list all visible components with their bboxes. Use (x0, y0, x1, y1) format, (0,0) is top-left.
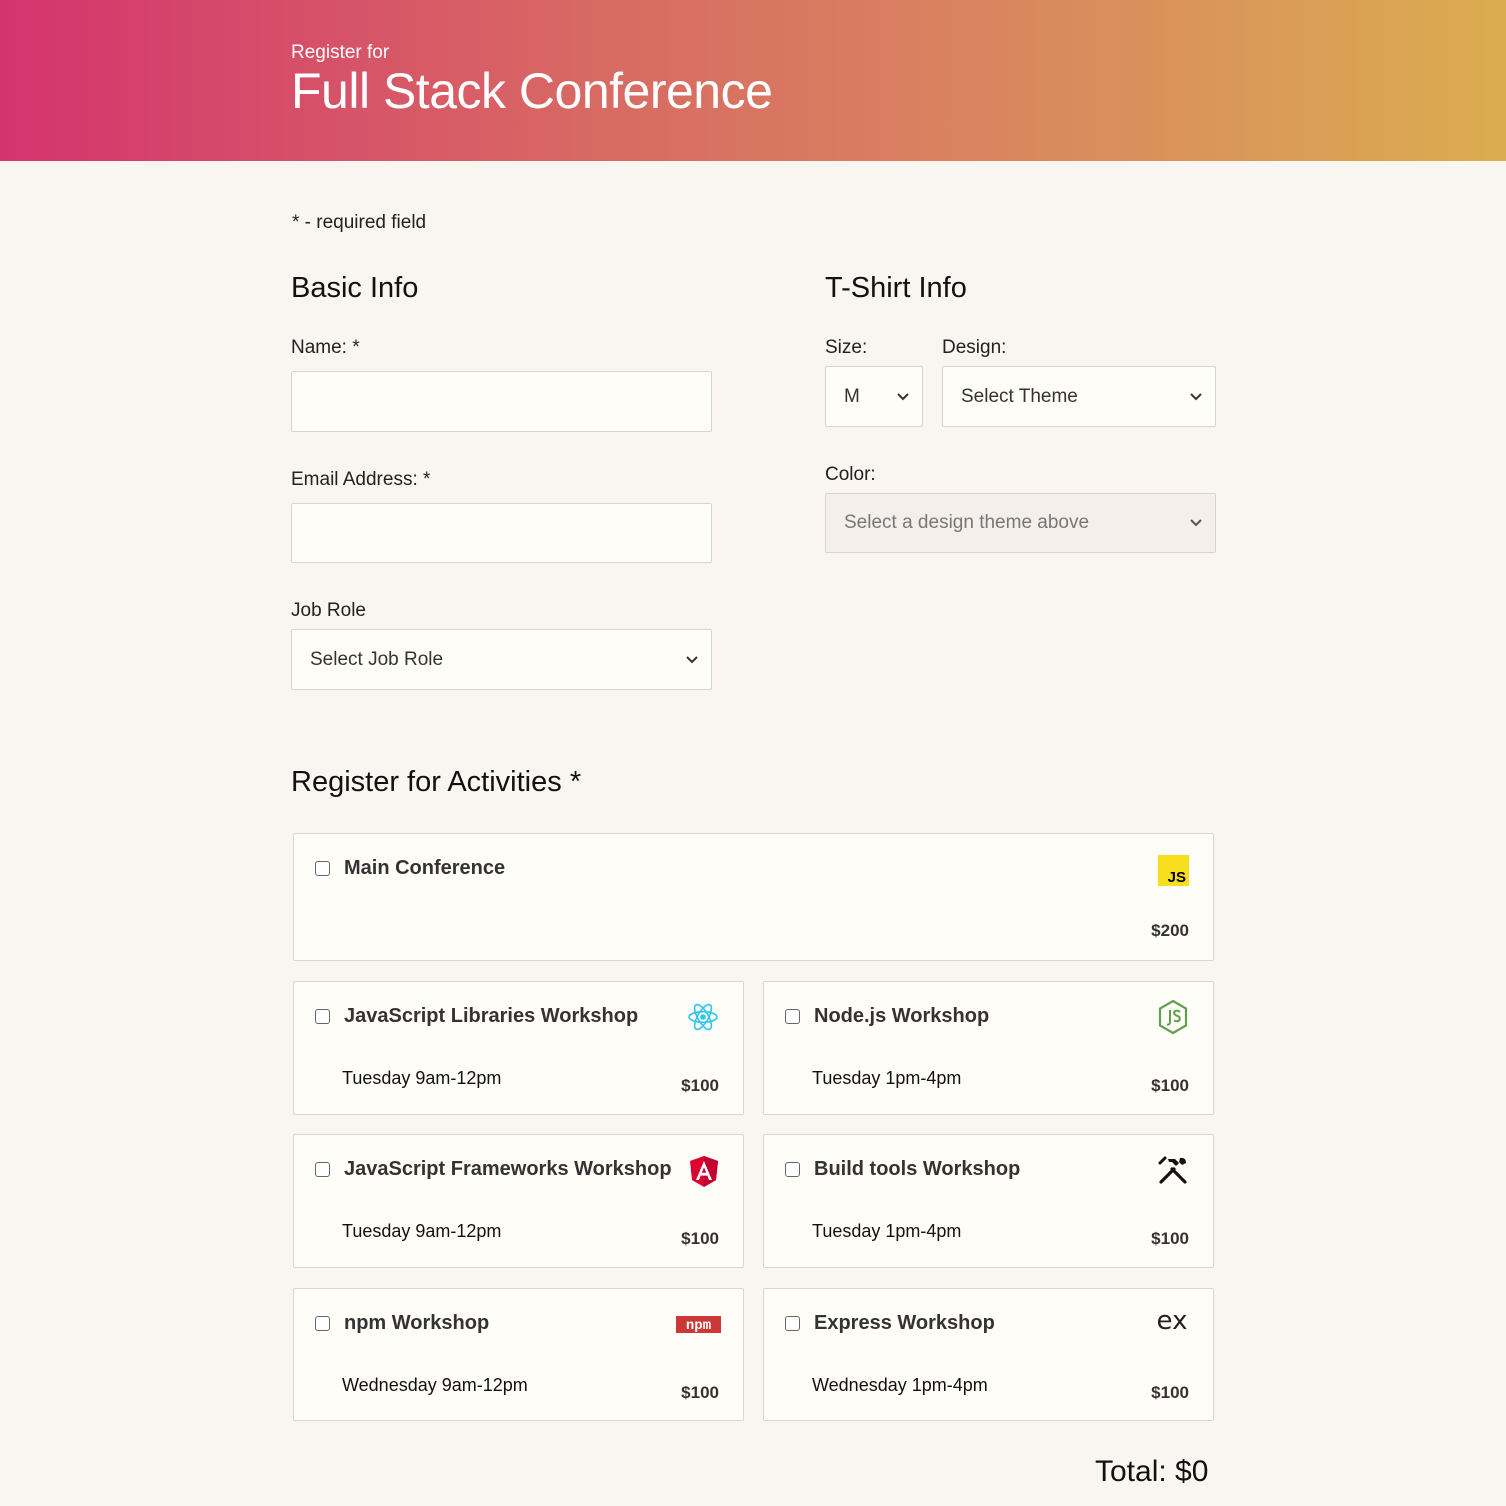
activity-name: Express Workshop (814, 1312, 995, 1334)
color-selected: Select a design theme above (844, 512, 1090, 533)
required-field-note: * - required field (292, 212, 427, 233)
name-input[interactable] (291, 371, 712, 432)
activity-name: npm Workshop (344, 1312, 490, 1334)
activity-build-tools-workshop[interactable]: Build tools Workshop Tuesday 1pm-4pm $10… (763, 1134, 1214, 1268)
size-label: Size: (825, 337, 868, 358)
svg-text:ex: ex (1157, 1307, 1188, 1335)
activity-price: $100 (681, 1383, 719, 1402)
name-label: Name: * (291, 337, 360, 358)
tools-icon (1157, 1155, 1189, 1185)
svg-text:npm: npm (686, 1318, 711, 1333)
tshirt-info-heading: T-Shirt Info (825, 272, 967, 304)
activity-name: Node.js Workshop (814, 1005, 990, 1027)
activity-name: JavaScript Frameworks Workshop (344, 1158, 672, 1180)
activity-price: $100 (681, 1076, 719, 1095)
activity-express-workshop[interactable]: Express Workshop ex Wednesday 1pm-4pm $1… (763, 1288, 1214, 1421)
activities-heading: Register for Activities * (291, 766, 582, 798)
express-icon: ex (1155, 1307, 1189, 1335)
design-select[interactable]: Select Theme (942, 366, 1216, 427)
nodejs-icon (1157, 999, 1189, 1035)
chevron-down-icon (1190, 519, 1202, 527)
activity-name: Main Conference (344, 857, 506, 879)
page-header: Register for Full Stack Conference (0, 0, 1506, 161)
color-select[interactable]: Select a design theme above (825, 493, 1216, 553)
total-cost: Total: $0 (1095, 1455, 1209, 1488)
chevron-down-icon (1190, 392, 1202, 400)
activity-checkbox[interactable] (785, 1316, 800, 1331)
angular-icon (689, 1155, 719, 1188)
chevron-down-icon (897, 392, 909, 400)
npm-icon: npm (676, 1316, 721, 1333)
activity-price: $100 (1151, 1229, 1189, 1248)
activity-price: $100 (1151, 1076, 1189, 1095)
activity-checkbox[interactable] (785, 1162, 800, 1177)
activity-time: Tuesday 1pm-4pm (812, 1068, 962, 1088)
activity-name: JavaScript Libraries Workshop (344, 1005, 639, 1027)
activity-time: Wednesday 1pm-4pm (812, 1375, 988, 1395)
activity-checkbox[interactable] (315, 861, 330, 876)
design-selected: Select Theme (961, 385, 1078, 407)
activity-checkbox[interactable] (315, 1162, 330, 1177)
design-label: Design: (942, 337, 1007, 358)
activity-npm-workshop[interactable]: npm Workshop npm Wednesday 9am-12pm $100 (293, 1288, 744, 1421)
activity-checkbox[interactable] (315, 1316, 330, 1331)
activity-nodejs-workshop[interactable]: Node.js Workshop Tuesday 1pm-4pm $100 (763, 981, 1214, 1115)
job-role-label: Job Role (291, 600, 366, 621)
activity-time: Tuesday 9am-12pm (342, 1221, 502, 1241)
activity-price: $100 (681, 1229, 719, 1248)
job-role-selected: Select Job Role (310, 648, 444, 670)
activity-time: Wednesday 9am-12pm (342, 1375, 528, 1395)
activity-checkbox[interactable] (785, 1009, 800, 1024)
activity-name: Build tools Workshop (814, 1158, 1021, 1180)
color-label: Color: (825, 464, 876, 485)
javascript-icon: JS (1158, 855, 1189, 886)
email-input[interactable] (291, 503, 712, 563)
activity-price: $100 (1151, 1383, 1189, 1402)
basic-info-heading: Basic Info (291, 272, 419, 304)
size-select[interactable]: M (825, 366, 923, 427)
page-title: Full Stack Conference (291, 63, 773, 119)
activity-js-libraries-workshop[interactable]: JavaScript Libraries Workshop Tuesday 9a… (293, 981, 744, 1115)
size-selected: M (844, 385, 860, 407)
activity-time: Tuesday 1pm-4pm (812, 1221, 962, 1241)
activity-checkbox[interactable] (315, 1009, 330, 1024)
svg-text:JS: JS (1168, 869, 1186, 886)
header-pretitle: Register for (291, 42, 390, 63)
email-label: Email Address: * (291, 469, 431, 490)
activity-js-frameworks-workshop[interactable]: JavaScript Frameworks Workshop Tuesday 9… (293, 1134, 744, 1268)
chevron-down-icon (686, 655, 698, 663)
activity-price: $200 (1151, 921, 1189, 940)
job-role-select[interactable]: Select Job Role (291, 629, 712, 690)
activity-time: Tuesday 9am-12pm (342, 1068, 502, 1088)
activity-main-conference[interactable]: Main Conference JS $200 (293, 833, 1214, 961)
react-icon (687, 1002, 719, 1032)
